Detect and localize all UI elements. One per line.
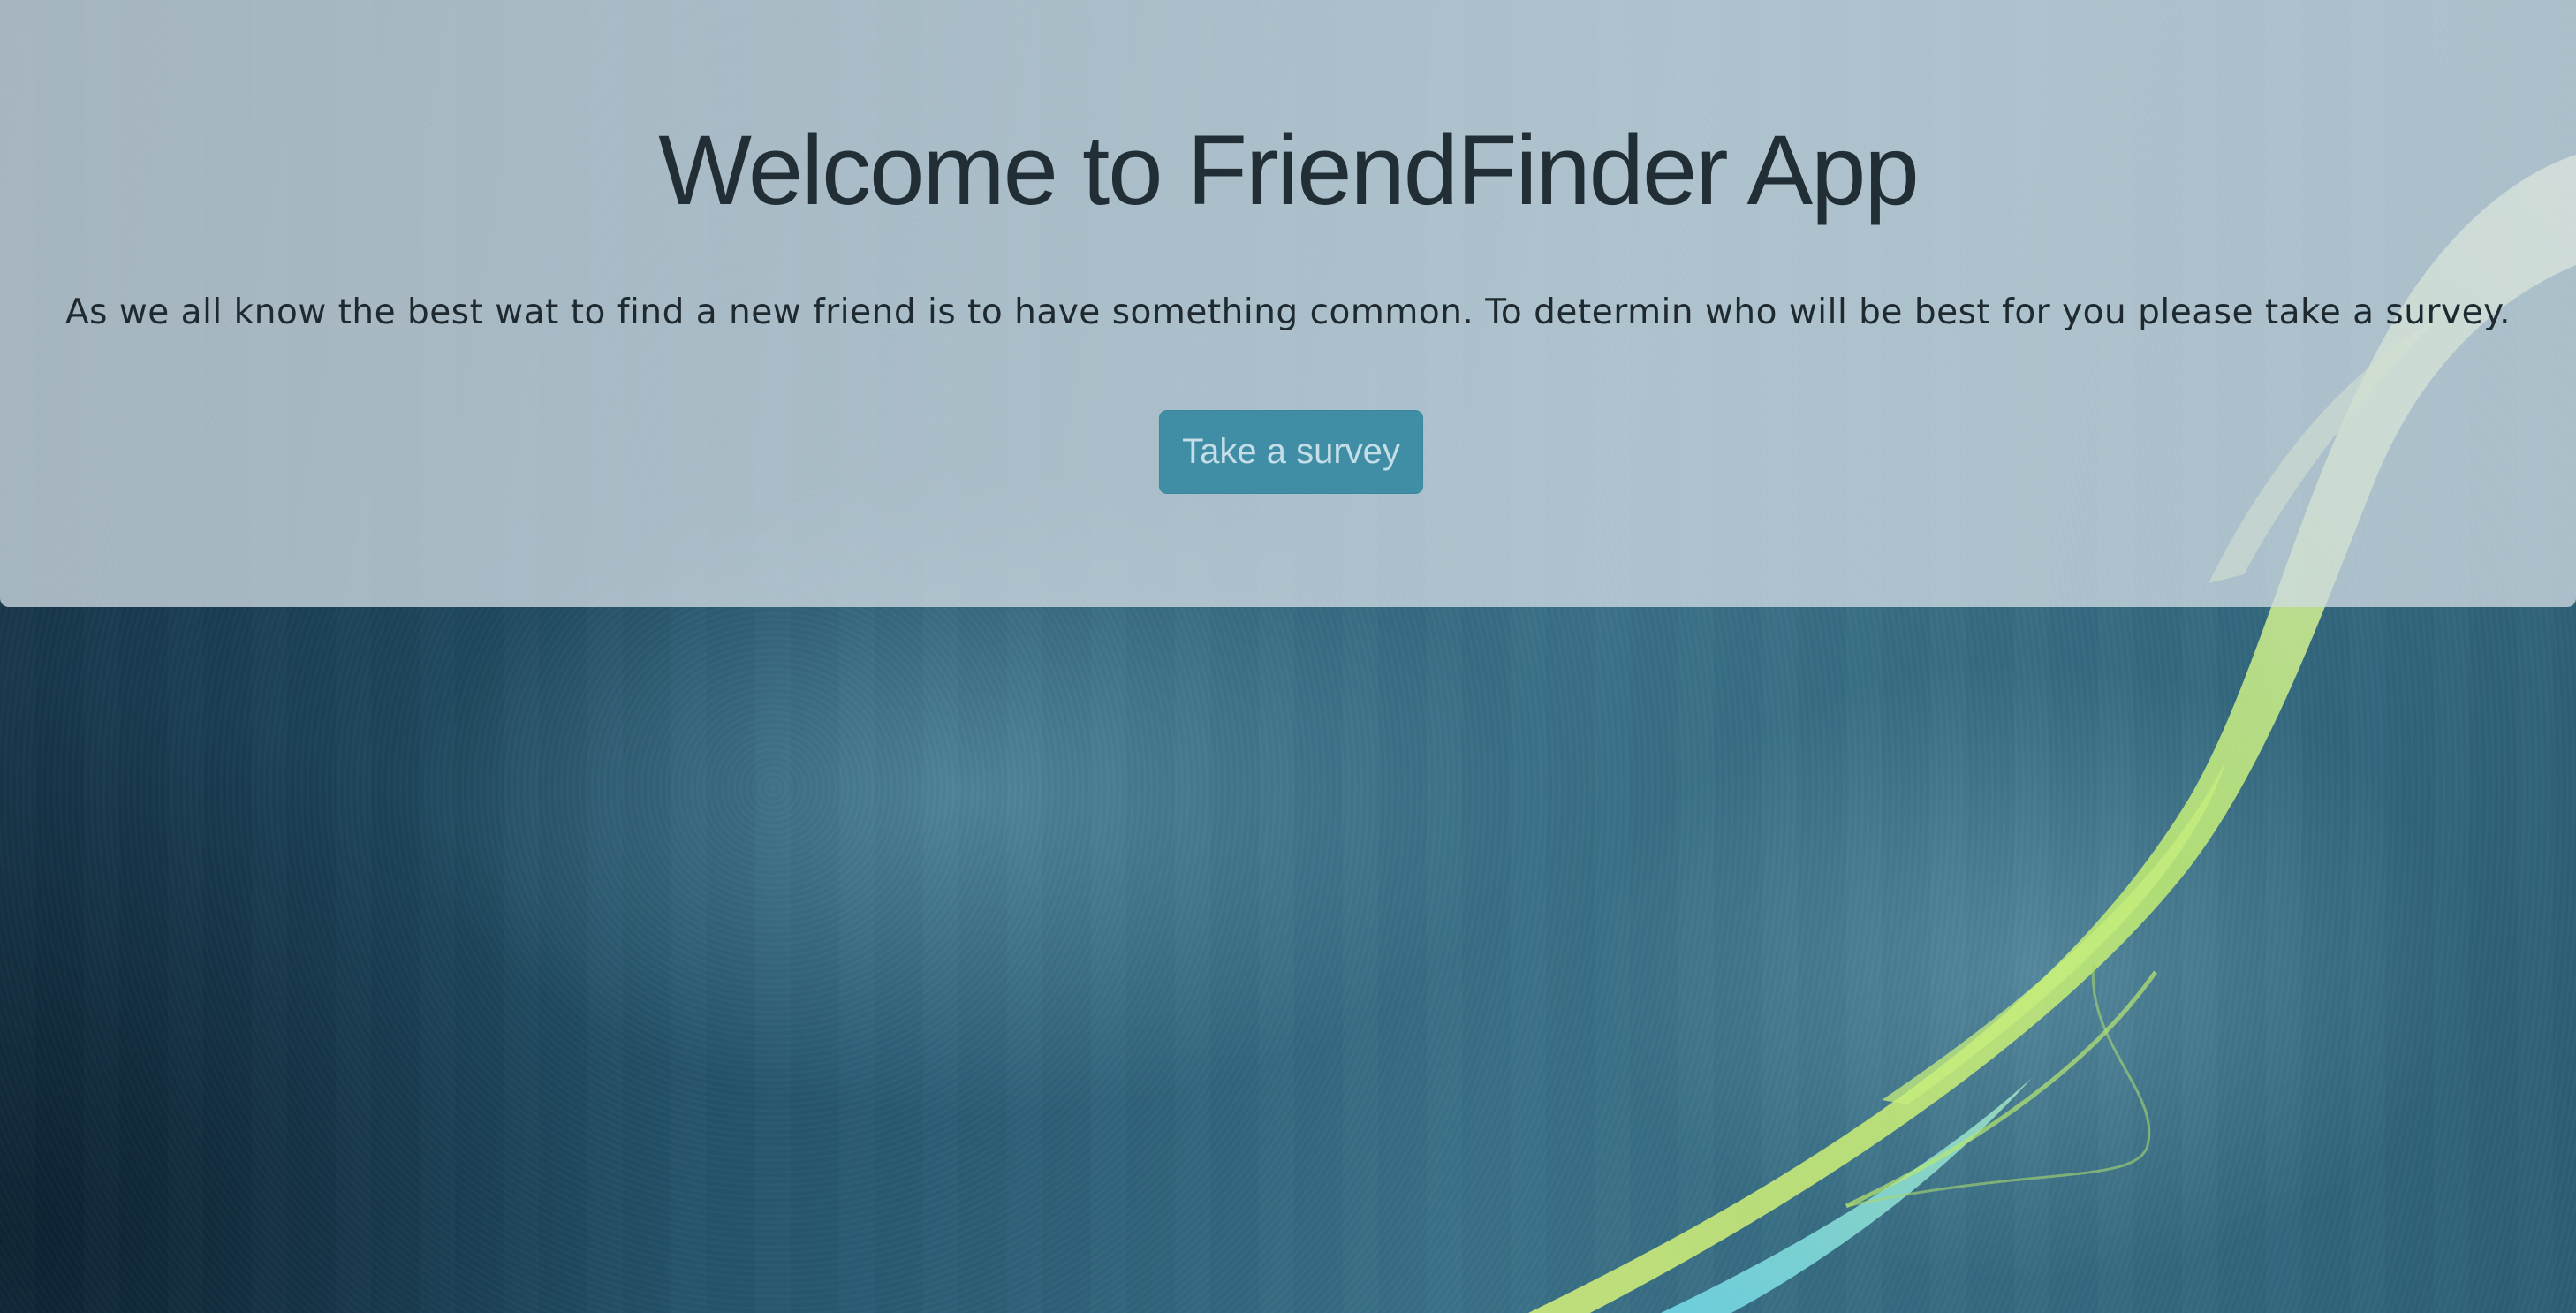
page-title: Welcome to FriendFinder App [658,115,1920,225]
intro-text: As we all know the best wat to find a ne… [65,292,2511,332]
jumbotron-panel: Welcome to FriendFinder App As we all kn… [0,0,2576,607]
page-background: { "jumbotron": { "title": "Welcome to Fr… [0,0,2576,1313]
take-survey-button[interactable]: Take a survey [1159,410,1423,494]
